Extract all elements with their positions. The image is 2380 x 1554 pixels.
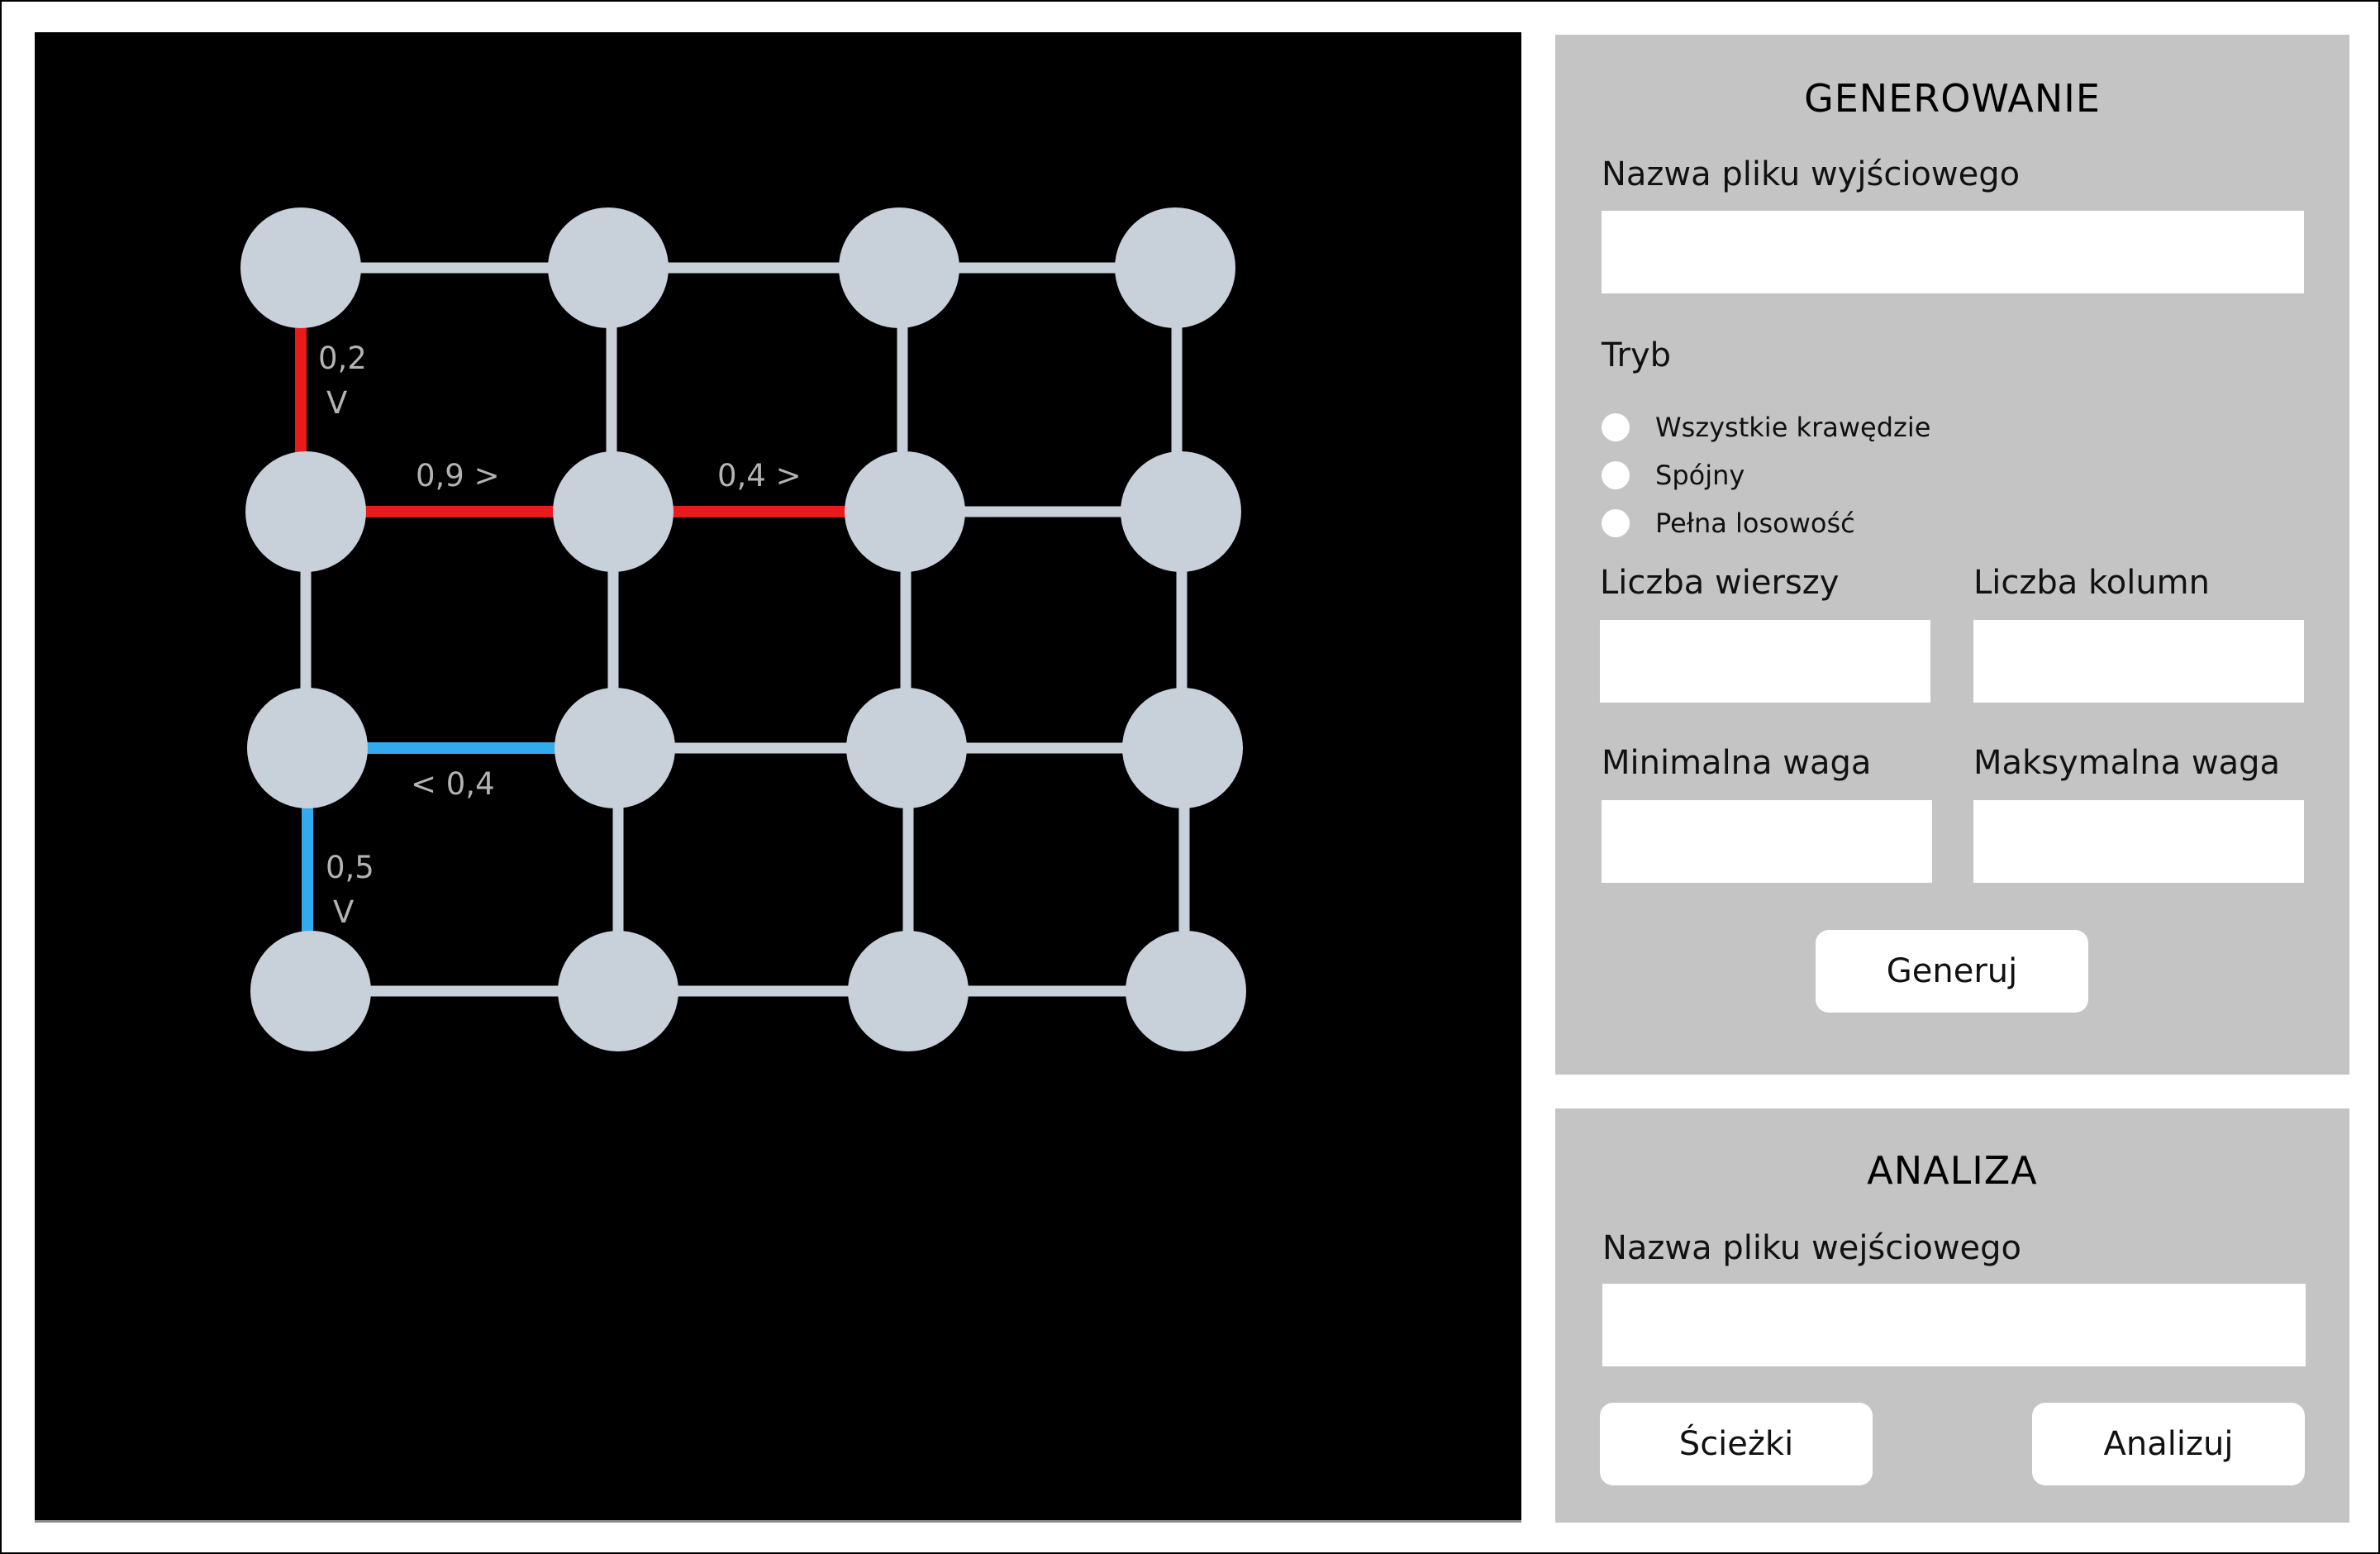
analyze-panel: ANALIZA Nazwa pliku wejściowego Ścieżki … — [1555, 1108, 2349, 1523]
input-file-label: Nazwa pliku wejściowego — [1602, 1229, 2022, 1267]
rows-input[interactable] — [1600, 620, 1930, 703]
graph-view: 0,2 V 0,9 > 0,4 > < 0,4 0,5 V — [240, 207, 1246, 1051]
analyze-button[interactable]: Analizuj — [2032, 1403, 2305, 1485]
mode-option-full-random[interactable]: Pełna losowość — [1602, 507, 1855, 540]
graph-node[interactable] — [250, 931, 371, 1051]
output-file-label: Nazwa pliku wyjściowego — [1602, 155, 2021, 193]
min-weight-input[interactable] — [1602, 800, 1932, 883]
graph-node[interactable] — [247, 688, 368, 808]
cols-label: Liczba kolumn — [1973, 564, 2210, 602]
paths-button[interactable]: Ścieżki — [1600, 1403, 1873, 1485]
graph-nodes — [240, 207, 1246, 1051]
generate-panel: GENEROWANIE Nazwa pliku wyjściowego Tryb… — [1555, 35, 2349, 1075]
edge-weight-label: 0,2 — [318, 341, 367, 376]
graph-node[interactable] — [245, 451, 366, 572]
radio-button[interactable] — [1602, 509, 1630, 537]
graph-edges — [295, 262, 1190, 997]
edge-weight-label: 0,9 > — [416, 458, 500, 493]
input-file-input[interactable] — [1602, 1284, 2306, 1366]
graph-node[interactable] — [1126, 931, 1246, 1051]
graph-weight-labels: 0,2 V 0,9 > 0,4 > < 0,4 0,5 V — [318, 341, 802, 930]
edge-weight-label: 0,5 — [326, 850, 374, 885]
graph-node[interactable] — [1122, 688, 1243, 808]
edge-weight-label: 0,4 > — [717, 458, 802, 493]
radio-button[interactable] — [1602, 461, 1630, 489]
max-weight-input[interactable] — [1973, 800, 2304, 883]
graph-node[interactable] — [1115, 207, 1235, 328]
graph-node[interactable] — [1121, 451, 1241, 572]
graph-node[interactable] — [548, 207, 669, 328]
graph-node[interactable] — [555, 688, 675, 808]
mode-label: Tryb — [1602, 336, 1672, 374]
min-weight-label: Minimalna waga — [1602, 744, 1872, 782]
graph-node[interactable] — [839, 207, 959, 328]
graph-node[interactable] — [553, 451, 674, 572]
generate-button[interactable]: Generuj — [1816, 930, 2088, 1013]
graph-node[interactable] — [845, 451, 965, 572]
app-window: 0,2 V 0,9 > 0,4 > < 0,4 0,5 V GENEROWANI… — [0, 0, 2380, 1554]
graph-canvas[interactable]: 0,2 V 0,9 > 0,4 > < 0,4 0,5 V — [35, 32, 1521, 1523]
analyze-title: ANALIZA — [1867, 1148, 2038, 1193]
output-file-input[interactable] — [1602, 211, 2304, 293]
edge-direction-label: V — [326, 385, 347, 421]
graph-node[interactable] — [846, 688, 967, 808]
mode-option-connected[interactable]: Spójny — [1602, 459, 1745, 492]
radio-label: Pełna losowość — [1655, 508, 1855, 539]
rows-label: Liczba wierszy — [1600, 564, 1840, 602]
graph-node[interactable] — [848, 931, 969, 1051]
edge-direction-label: V — [333, 894, 354, 930]
cols-input[interactable] — [1973, 620, 2304, 703]
mode-option-all-edges[interactable]: Wszystkie krawędzie — [1602, 411, 1930, 444]
generate-title: GENEROWANIE — [1804, 76, 2101, 121]
radio-label: Wszystkie krawędzie — [1655, 412, 1931, 443]
max-weight-label: Maksymalna waga — [1973, 744, 2280, 782]
radio-button[interactable] — [1602, 413, 1630, 441]
radio-label: Spójny — [1655, 460, 1745, 491]
edge-weight-label: < 0,4 — [411, 766, 495, 802]
graph-node[interactable] — [240, 207, 361, 328]
graph-node[interactable] — [558, 931, 678, 1051]
